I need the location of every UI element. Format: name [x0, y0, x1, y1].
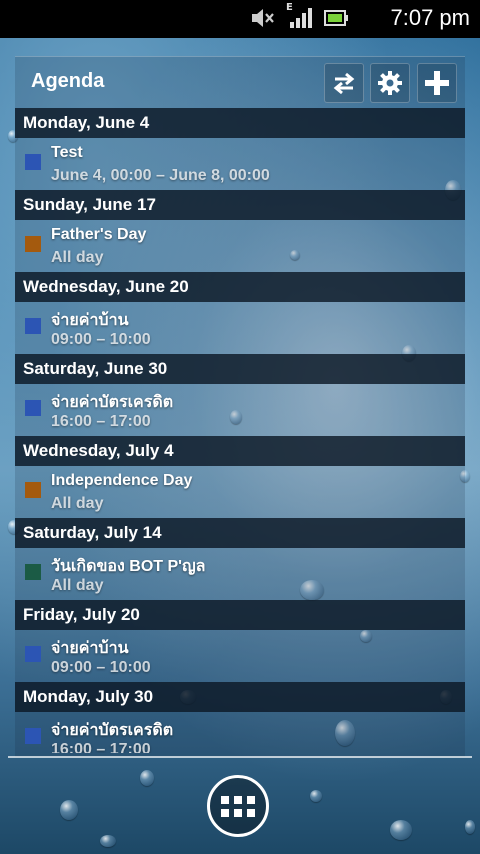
event-time: June 4, 00:00 – June 8, 00:00	[51, 167, 270, 184]
day-header: Wednesday, July 4	[15, 436, 465, 466]
event-title: จ่ายค่าบัตรเครดิต	[51, 394, 174, 411]
agenda-event[interactable]: Independence Day All day	[15, 466, 465, 518]
day-header: Wednesday, June 20	[15, 272, 465, 302]
agenda-list[interactable]: Monday, June 4 Test June 4, 00:00 – June 8…	[15, 108, 465, 753]
calendar-color-square	[25, 482, 41, 498]
calendar-color-square	[25, 400, 41, 416]
agenda-event[interactable]: จ่ายค่าบ้าน 09:00 – 10:00	[15, 630, 465, 682]
event-time: 16:00 – 17:00	[51, 741, 151, 753]
event-time: All day	[51, 249, 104, 266]
event-title: จ่ายค่าบ้าน	[51, 640, 129, 657]
refresh-icon	[333, 72, 355, 95]
day-header: Saturday, July 14	[15, 518, 465, 548]
dock-divider	[8, 756, 472, 758]
plus-icon	[425, 71, 449, 95]
event-time: All day	[51, 495, 104, 512]
gear-icon	[378, 71, 402, 95]
settings-button[interactable]	[370, 63, 410, 103]
agenda-widget: Agenda Monday, June 4 Test June 4, 00:00…	[15, 56, 465, 757]
calendar-color-square	[25, 646, 41, 662]
event-title: Independence Day	[51, 472, 193, 489]
agenda-event[interactable]: จ่ายค่าบัตรเครดิต 16:00 – 17:00	[15, 384, 465, 436]
status-time: 7:07 pm	[390, 5, 471, 30]
calendar-color-square	[25, 236, 41, 252]
event-title: Test	[51, 144, 83, 161]
day-header: Monday, June 4	[15, 108, 465, 138]
grid-icon	[221, 795, 255, 817]
battery-icon	[324, 8, 350, 32]
signal-icon: E	[286, 2, 312, 33]
calendar-color-square	[25, 564, 41, 580]
calendar-color-square	[25, 728, 41, 744]
event-title: จ่ายค่าบัตรเครดิต	[51, 722, 174, 739]
widget-title[interactable]: Agenda	[31, 70, 104, 93]
calendar-color-square	[25, 318, 41, 334]
event-time: 09:00 – 10:00	[51, 331, 151, 348]
add-event-button[interactable]	[417, 63, 457, 103]
event-time: 09:00 – 10:00	[51, 659, 151, 676]
event-time: All day	[51, 577, 104, 594]
status-bar: E 7:07 pm	[0, 0, 480, 38]
mute-icon	[250, 7, 276, 33]
day-header: Monday, July 30	[15, 682, 465, 712]
agenda-event[interactable]: Father's Day All day	[15, 220, 465, 272]
day-header: Sunday, June 17	[15, 190, 465, 220]
agenda-event[interactable]: จ่ายค่าบัตรเครดิต 16:00 – 17:00	[15, 712, 465, 753]
event-title: วันเกิดของ BOT P'ญล	[51, 558, 206, 575]
refresh-button[interactable]	[324, 63, 364, 103]
day-header: Friday, July 20	[15, 600, 465, 630]
event-time: 16:00 – 17:00	[51, 413, 151, 430]
widget-header: Agenda	[15, 57, 465, 107]
agenda-event[interactable]: จ่ายค่าบ้าน 09:00 – 10:00	[15, 302, 465, 354]
event-title: จ่ายค่าบ้าน	[51, 312, 129, 329]
day-header: Saturday, June 30	[15, 354, 465, 384]
agenda-event[interactable]: Test June 4, 00:00 – June 8, 00:00	[15, 138, 465, 190]
agenda-event[interactable]: วันเกิดของ BOT P'ญล All day	[15, 548, 465, 600]
event-title: Father's Day	[51, 226, 147, 243]
calendar-color-square	[25, 154, 41, 170]
network-type: E	[286, 2, 293, 13]
app-drawer-button[interactable]	[207, 775, 269, 837]
